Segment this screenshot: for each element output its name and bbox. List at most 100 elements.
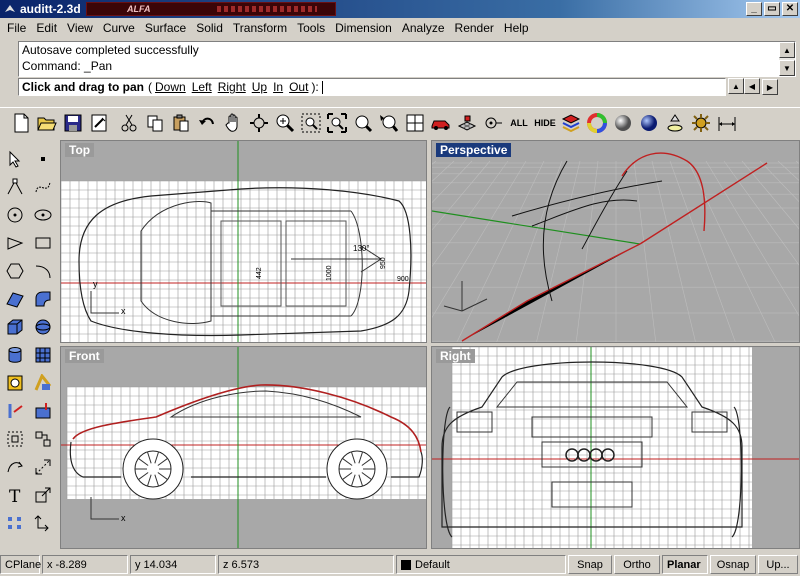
open-icon[interactable] <box>34 110 60 136</box>
rectangle-icon[interactable] <box>30 230 56 256</box>
menu-transform[interactable]: Transform <box>228 21 292 35</box>
menu-file[interactable]: File <box>2 21 31 35</box>
viewport-front[interactable]: x Front <box>60 346 427 549</box>
cut-icon[interactable] <box>116 110 142 136</box>
ortho-toggle[interactable]: Ortho <box>614 555 660 574</box>
maximize-button[interactable]: ▭ <box>764 2 780 16</box>
status-layer[interactable]: Default <box>396 555 566 574</box>
viewport-title-top[interactable]: Top <box>65 143 95 157</box>
blue-sphere-icon[interactable] <box>636 110 662 136</box>
option-down[interactable]: Down <box>155 80 186 94</box>
array-icon[interactable] <box>2 454 28 480</box>
join-icon[interactable] <box>30 426 56 452</box>
option-out[interactable]: Out <box>289 80 308 94</box>
polygon-icon[interactable] <box>2 230 28 256</box>
sphere-icon[interactable] <box>30 314 56 340</box>
cylinder-icon[interactable] <box>2 342 28 368</box>
hide-icon[interactable]: HIDE <box>532 110 558 136</box>
undo-view-icon[interactable] <box>376 110 402 136</box>
scale-icon[interactable] <box>30 482 56 508</box>
menu-solid[interactable]: Solid <box>191 21 228 35</box>
print-icon[interactable] <box>86 110 112 136</box>
point-icon[interactable] <box>30 146 56 172</box>
paste-icon[interactable] <box>168 110 194 136</box>
select-icon[interactable] <box>2 146 28 172</box>
history-line: Command: _Pan <box>22 59 113 73</box>
viewport-title-perspective[interactable]: Perspective <box>436 143 512 157</box>
zoom-window-icon[interactable] <box>298 110 324 136</box>
four-viewports-icon[interactable] <box>402 110 428 136</box>
circle-icon[interactable] <box>2 202 28 228</box>
viewport-perspective[interactable]: Perspective <box>431 140 800 343</box>
zoom-selected-icon[interactable] <box>350 110 376 136</box>
move-icon[interactable] <box>30 454 56 480</box>
menu-render[interactable]: Render <box>450 21 499 35</box>
scroll-up-button[interactable]: ▲ <box>779 42 795 58</box>
ellipse-icon[interactable] <box>30 202 56 228</box>
layers-icon[interactable] <box>558 110 584 136</box>
polyline-icon[interactable] <box>2 174 28 200</box>
menu-edit[interactable]: Edit <box>31 21 62 35</box>
mesh-icon[interactable] <box>30 342 56 368</box>
command-history[interactable]: Autosave completed successfully Command:… <box>18 41 796 77</box>
viewport-title-front[interactable]: Front <box>65 349 104 363</box>
close-button[interactable]: ✕ <box>782 2 798 16</box>
split-icon[interactable] <box>2 426 28 452</box>
trim-icon[interactable] <box>2 398 28 424</box>
curve-icon[interactable] <box>30 174 56 200</box>
scroll-down-button[interactable]: ▼ <box>779 60 795 76</box>
menu-view[interactable]: View <box>62 21 98 35</box>
option-left[interactable]: Left <box>192 80 212 94</box>
menu-tools[interactable]: Tools <box>292 21 330 35</box>
text-icon[interactable]: T <box>2 482 28 508</box>
show-all-icon[interactable]: ALL <box>506 110 532 136</box>
color-wheel-icon[interactable] <box>584 110 610 136</box>
up-button[interactable]: Up... <box>758 555 798 574</box>
pan-icon[interactable] <box>220 110 246 136</box>
menu-analyze[interactable]: Analyze <box>397 21 450 35</box>
box-icon[interactable] <box>2 314 28 340</box>
menu-curve[interactable]: Curve <box>98 21 140 35</box>
zoom-extents-icon[interactable] <box>324 110 350 136</box>
planar-toggle[interactable]: Planar <box>662 555 708 574</box>
cplane-icon[interactable] <box>480 110 506 136</box>
render-sphere-icon[interactable] <box>610 110 636 136</box>
fillet-icon[interactable] <box>30 286 56 312</box>
viewport-top[interactable]: 130° 900 950 1000 442 y x Top <box>60 140 427 343</box>
command-line[interactable]: Click and drag to pan ( Down Left Right … <box>18 78 726 96</box>
minimize-button[interactable]: _ <box>746 2 762 16</box>
surface-icon[interactable] <box>2 286 28 312</box>
option-up[interactable]: Up <box>252 80 267 94</box>
osnap-toggle[interactable]: Osnap <box>710 555 756 574</box>
boolean-icon[interactable] <box>30 370 56 396</box>
transform-icon[interactable] <box>30 510 56 536</box>
scroll-right-button[interactable]: ▶ <box>762 79 778 95</box>
viewport-title-right[interactable]: Right <box>436 349 475 363</box>
menu-surface[interactable]: Surface <box>140 21 191 35</box>
hexagon-icon[interactable] <box>2 258 28 284</box>
grid-cube-icon[interactable] <box>454 110 480 136</box>
group-icon[interactable] <box>2 370 28 396</box>
scroll-left-button[interactable]: ◀ <box>744 78 760 94</box>
scroll-up-button[interactable]: ▲ <box>728 78 744 94</box>
arc-icon[interactable] <box>30 258 56 284</box>
snap-toggle[interactable]: Snap <box>568 555 612 574</box>
option-right[interactable]: Right <box>218 80 246 94</box>
history-scrollbar[interactable]: ▲ ▼ <box>779 42 795 76</box>
light-icon[interactable] <box>662 110 688 136</box>
copy-icon[interactable] <box>142 110 168 136</box>
save-icon[interactable] <box>60 110 86 136</box>
points-on-icon[interactable] <box>2 510 28 536</box>
rotate-view-icon[interactable] <box>246 110 272 136</box>
dimension-icon[interactable] <box>714 110 740 136</box>
option-in[interactable]: In <box>273 80 283 94</box>
extend-icon[interactable] <box>30 398 56 424</box>
menu-dimension[interactable]: Dimension <box>330 21 397 35</box>
viewport-right[interactable]: Right <box>431 346 800 549</box>
zoom-dynamic-icon[interactable] <box>272 110 298 136</box>
new-icon[interactable] <box>8 110 34 136</box>
car-icon[interactable] <box>428 110 454 136</box>
options-gear-icon[interactable] <box>688 110 714 136</box>
menu-help[interactable]: Help <box>499 21 534 35</box>
undo-icon[interactable] <box>194 110 220 136</box>
